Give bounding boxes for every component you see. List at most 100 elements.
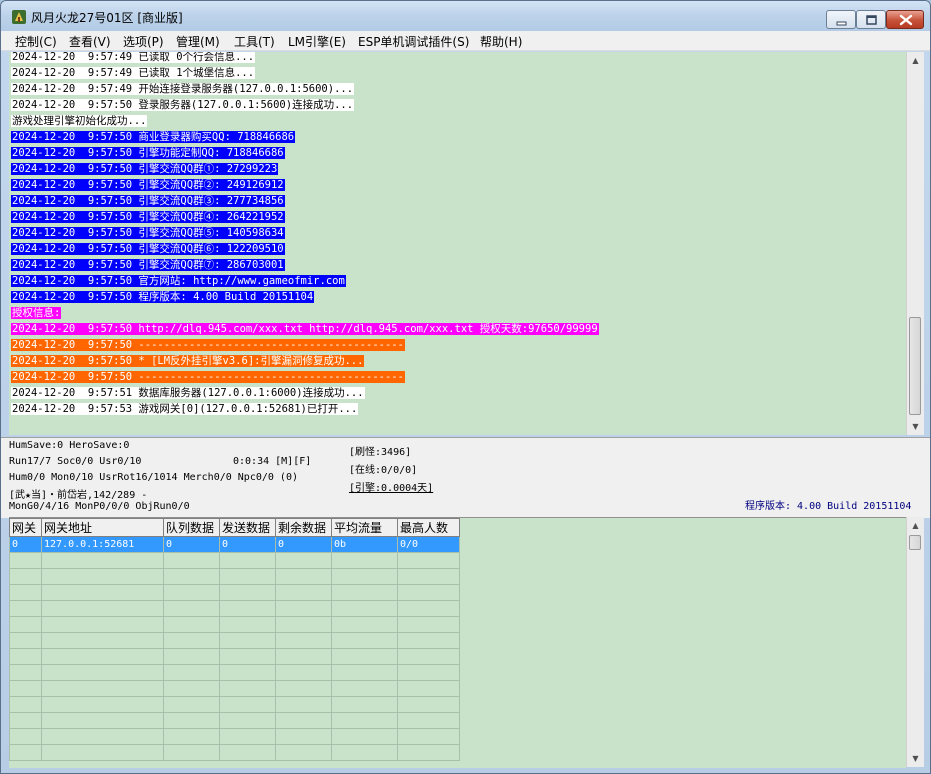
log-line-text: 2024-12-20 9:57:53 游戏网关[0](127.0.0.1:526… (11, 403, 359, 415)
table-cell (41, 680, 164, 697)
table-cell (9, 584, 42, 601)
empty-table-row[interactable] (9, 696, 460, 713)
table-cell (9, 568, 42, 585)
table-cell (9, 728, 42, 745)
log-line-text: 2024-12-20 9:57:50 登录服务器(127.0.0.1:5600)… (11, 99, 355, 111)
table-cell (219, 744, 276, 761)
grid-scrollbar[interactable]: ▲ ▼ (906, 517, 924, 767)
title-bar[interactable]: 风月火龙27号01区 [商业版] (1, 1, 930, 31)
table-cell: 0/0 (397, 536, 460, 553)
table-cell (397, 552, 460, 569)
table-cell (41, 712, 164, 729)
gateway-grid[interactable]: 网关 网关地址 队列数据 发送数据 剩余数据 平均流量 最高人数 0 127.0.… (9, 517, 906, 768)
grid-scroll-thumb[interactable] (909, 535, 921, 550)
table-cell (163, 648, 220, 665)
close-button[interactable] (886, 10, 924, 29)
table-cell (41, 648, 164, 665)
empty-table-row[interactable] (9, 552, 460, 569)
col-queue-data[interactable]: 队列数据 (163, 518, 220, 537)
table-cell (163, 600, 220, 617)
empty-table-row[interactable] (9, 568, 460, 585)
table-row[interactable]: 0 127.0.0.1:52681 0 0 0 0b 0/0 (9, 536, 460, 553)
menu-esp-plugin[interactable]: ESP单机调试插件(S) (358, 33, 469, 50)
log-line-text: 2024-12-20 9:57:50 引擎交流QQ群④: 264221952 (11, 211, 285, 223)
maximize-icon (866, 15, 877, 25)
grid-scroll-down-arrow-icon[interactable]: ▼ (907, 750, 924, 767)
table-cell (9, 712, 42, 729)
col-send-data[interactable]: 发送数据 (219, 518, 276, 537)
col-max-users[interactable]: 最高人数 (397, 518, 460, 537)
minimize-button[interactable] (826, 10, 856, 29)
menu-manage[interactable]: 管理(M) (176, 33, 220, 50)
menu-help[interactable]: 帮助(H) (480, 33, 522, 50)
table-cell (397, 568, 460, 585)
empty-table-row[interactable] (9, 632, 460, 649)
empty-table-row[interactable] (9, 680, 460, 697)
log-line: 2024-12-20 9:57:49 开始连接登录服务器(127.0.0.1:5… (11, 82, 355, 97)
empty-table-row[interactable] (9, 616, 460, 633)
col-gateway[interactable]: 网关 (9, 518, 42, 537)
menu-options[interactable]: 选项(P) (123, 33, 164, 50)
scroll-thumb[interactable] (909, 317, 921, 415)
engine-status: [引擎:0.0004天] (349, 483, 434, 494)
gateway-table[interactable]: 网关 网关地址 队列数据 发送数据 剩余数据 平均流量 最高人数 0 127.0.… (9, 518, 460, 761)
table-cell (9, 632, 42, 649)
col-remaining-data[interactable]: 剩余数据 (275, 518, 332, 537)
table-cell (9, 696, 42, 713)
log-line: 2024-12-20 9:57:50 官方网站: http://www.game… (11, 274, 346, 289)
menu-view[interactable]: 查看(V) (69, 33, 111, 50)
table-cell (41, 552, 164, 569)
empty-table-row[interactable] (9, 744, 460, 761)
table-cell (397, 584, 460, 601)
empty-table-row[interactable] (9, 600, 460, 617)
table-cell (331, 584, 398, 601)
maximize-button[interactable] (856, 10, 886, 29)
log-line-text: 2024-12-20 9:57:50 程序版本: 4.00 Build 2015… (11, 291, 315, 303)
log-line-text: 2024-12-20 9:57:50 引擎交流QQ群①: 27299223 (11, 163, 279, 175)
grid-scroll-up-arrow-icon[interactable]: ▲ (907, 517, 924, 534)
scroll-up-arrow-icon[interactable]: ▲ (907, 52, 924, 69)
table-cell (163, 744, 220, 761)
log-line-text: 2024-12-20 9:57:50 ---------------------… (11, 371, 405, 383)
col-gateway-address[interactable]: 网关地址 (41, 518, 164, 537)
table-cell (9, 552, 42, 569)
log-line: 2024-12-20 9:57:50 http://dlq.945.com/xx… (11, 322, 599, 337)
scroll-down-arrow-icon[interactable]: ▼ (907, 418, 924, 435)
menu-control[interactable]: 控制(C) (15, 33, 57, 50)
empty-table-row[interactable] (9, 728, 460, 745)
table-cell (397, 648, 460, 665)
table-cell (9, 616, 42, 633)
log-scrollbar[interactable]: ▲ ▼ (906, 52, 924, 435)
col-avg-traffic[interactable]: 平均流量 (331, 518, 398, 537)
log-line: 2024-12-20 9:57:50 商业登录器购买QQ: 718846686 (11, 130, 296, 145)
menu-tools[interactable]: 工具(T) (234, 33, 275, 50)
log-line: 2024-12-20 9:57:49 已读取 1个城堡信息... (11, 66, 256, 81)
log-line-text: 2024-12-20 9:57:51 数据库服务器(127.0.0.1:6000… (11, 387, 365, 399)
empty-table-row[interactable] (9, 664, 460, 681)
log-line-text: 2024-12-20 9:57:50 * [LM反外挂引擎v3.6]:引擎漏洞修… (11, 355, 365, 367)
app-icon (12, 10, 26, 24)
empty-table-row[interactable] (9, 648, 460, 665)
log-line: 2024-12-20 9:57:49 已读取 0个行会信息... (11, 52, 256, 65)
table-cell (275, 712, 332, 729)
table-cell (331, 664, 398, 681)
menu-lm-engine[interactable]: LM引擎(E) (288, 33, 346, 50)
main-window: 风月火龙27号01区 [商业版] 控制(C) 查看(V) 选项(P) 管理(M)… (0, 0, 931, 774)
log-line-text: 2024-12-20 9:57:50 引擎功能定制QQ: 718846686 (11, 147, 285, 159)
table-cell (219, 632, 276, 649)
empty-table-row[interactable] (9, 712, 460, 729)
log-line-text: 2024-12-20 9:57:49 已读取 1个城堡信息... (11, 67, 256, 79)
log-line-text: 2024-12-20 9:57:50 ---------------------… (11, 339, 405, 351)
log-view[interactable]: 2024-12-20 9:57:49 已读取 0个行会信息... 2024-12-… (9, 52, 906, 435)
version-label: 程序版本: 4.00 Build 20151104 (745, 501, 912, 512)
log-line-text: 2024-12-20 9:57:50 商业登录器购买QQ: 718846686 (11, 131, 296, 143)
table-cell (219, 568, 276, 585)
log-line: 游戏处理引擎初始化成功... (11, 114, 148, 129)
table-cell (331, 648, 398, 665)
table-cell (41, 696, 164, 713)
table-cell (397, 744, 460, 761)
table-cell (9, 600, 42, 617)
table-cell (331, 632, 398, 649)
empty-table-row[interactable] (9, 584, 460, 601)
table-cell (397, 696, 460, 713)
